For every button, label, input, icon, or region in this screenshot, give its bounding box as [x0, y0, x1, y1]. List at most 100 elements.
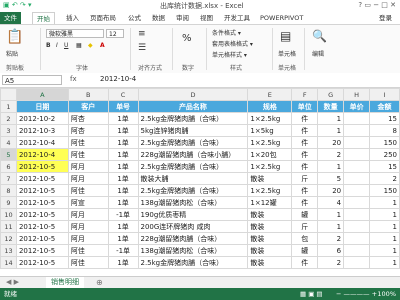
data-cell[interactable]: 138g潮留猪肉松（合味） [137, 196, 249, 209]
row-header[interactable]: 9 [0, 196, 17, 209]
window-controls[interactable]: ? ▭ − □ ✕ [358, 1, 396, 9]
data-cell[interactable]: 2012-10-4 [15, 148, 69, 161]
column-header[interactable]: H [343, 88, 371, 101]
data-cell[interactable]: 228g潮留猪肉脯（合味） [137, 232, 249, 245]
data-cell[interactable]: 1×20包 [247, 148, 293, 161]
data-cell[interactable] [343, 232, 371, 245]
data-cell[interactable]: 8 [369, 124, 400, 137]
data-cell[interactable]: 阿月 [67, 220, 109, 233]
header-cell[interactable]: 单价 [343, 100, 371, 113]
data-cell[interactable]: 阿佳 [67, 148, 109, 161]
data-cell[interactable]: 2.5kg金牌猪肉脯（合味） [137, 136, 249, 149]
column-header[interactable]: D [137, 88, 249, 101]
row-header[interactable]: 11 [0, 220, 17, 233]
font-size-select[interactable]: 12 [106, 29, 124, 38]
data-cell[interactable]: 20 [317, 184, 345, 197]
data-cell[interactable] [343, 184, 371, 197]
edit-button[interactable]: 编辑 [312, 49, 324, 58]
row-header[interactable]: 13 [0, 244, 17, 257]
data-cell[interactable]: 150 [369, 136, 400, 149]
border-icon[interactable]: ▦ [76, 42, 82, 49]
data-cell[interactable]: 散装 [247, 172, 293, 185]
data-cell[interactable]: 1单 [107, 136, 139, 149]
data-cell[interactable]: 散装 [247, 232, 293, 245]
data-cell[interactable]: 2012-10-5 [15, 160, 69, 173]
header-cell[interactable]: 客户 [67, 100, 109, 113]
row-header[interactable]: 4 [0, 136, 17, 149]
data-cell[interactable]: 1单 [107, 112, 139, 125]
data-cell[interactable]: 阿佳 [67, 256, 109, 269]
zoom-slider[interactable]: − ———— + [336, 288, 377, 300]
data-cell[interactable]: 2 [317, 232, 345, 245]
row-header[interactable]: 2 [0, 112, 17, 125]
align-left-icon[interactable]: ☰ [138, 43, 146, 53]
login-link[interactable]: 登录 [379, 12, 392, 24]
data-cell[interactable]: 阿月 [67, 160, 109, 173]
data-cell[interactable]: 斤 [291, 172, 319, 185]
data-cell[interactable]: 件 [291, 136, 319, 149]
data-cell[interactable]: 1×2.5kg [247, 160, 293, 173]
data-cell[interactable]: 1 [317, 112, 345, 125]
align-top-icon[interactable]: ≡ [138, 29, 146, 39]
data-cell[interactable]: 138g潮留猪肉松（合味） [137, 244, 249, 257]
data-cell[interactable]: 件 [291, 196, 319, 209]
data-cell[interactable] [343, 208, 371, 221]
row-header[interactable]: 3 [0, 124, 17, 137]
data-cell[interactable]: 20 [317, 136, 345, 149]
data-cell[interactable]: 阿佳 [67, 184, 109, 197]
data-cell[interactable] [343, 172, 371, 185]
formula-input[interactable]: 2012-10-4 [100, 75, 136, 83]
column-header[interactable]: I [369, 88, 400, 101]
percent-button[interactable]: % [182, 33, 192, 44]
view-icons[interactable]: ▦ ▣ ▤ [300, 288, 323, 300]
row-header[interactable]: 6 [0, 160, 17, 173]
select-all-corner[interactable] [0, 88, 17, 101]
find-icon[interactable]: 🔍 [312, 29, 327, 43]
data-cell[interactable]: 2012-10-5 [15, 208, 69, 221]
column-header[interactable]: C [107, 88, 139, 101]
data-cell[interactable]: 2012-10-5 [15, 172, 69, 185]
cells-icon[interactable]: ▤ [280, 29, 291, 43]
data-cell[interactable]: 1 [317, 160, 345, 173]
data-cell[interactable]: 阿杏 [67, 124, 109, 137]
data-cell[interactable] [343, 124, 371, 137]
data-cell[interactable]: 1单 [107, 220, 139, 233]
column-header[interactable]: B [67, 88, 109, 101]
row-header[interactable]: 14 [0, 256, 17, 269]
ribbon-tab[interactable]: 插入 [62, 12, 83, 24]
data-cell[interactable]: 1×2.5kg [247, 136, 293, 149]
paste-button[interactable]: 粘贴 [6, 49, 18, 58]
data-cell[interactable]: 件 [291, 112, 319, 125]
row-header[interactable]: 7 [0, 172, 17, 185]
data-cell[interactable]: 阿宣 [67, 196, 109, 209]
data-cell[interactable]: 1×2.5kg [247, 112, 293, 125]
data-cell[interactable]: -1单 [107, 244, 139, 257]
data-cell[interactable]: 2012-10-5 [15, 184, 69, 197]
data-cell[interactable]: 228g潮留猪肉脯（合味小脯） [137, 148, 249, 161]
data-cell[interactable]: 1 [369, 256, 400, 269]
data-cell[interactable]: 1单 [107, 160, 139, 173]
data-cell[interactable]: 散装 [247, 220, 293, 233]
header-cell[interactable]: 日期 [15, 100, 69, 113]
data-cell[interactable]: 6 [317, 244, 345, 257]
underline-button[interactable]: U [64, 42, 68, 49]
data-cell[interactable]: 1单 [107, 172, 139, 185]
data-cell[interactable]: 1 [369, 220, 400, 233]
data-cell[interactable]: 阿月 [67, 208, 109, 221]
header-cell[interactable]: 单位 [291, 100, 319, 113]
add-sheet-button[interactable]: ⊕ [96, 278, 103, 287]
data-cell[interactable]: 250 [369, 148, 400, 161]
data-cell[interactable]: 2 [317, 148, 345, 161]
italic-button[interactable]: I [56, 42, 58, 49]
ribbon-tab[interactable]: 数据 [148, 12, 169, 24]
name-box[interactable]: A5 [2, 75, 62, 85]
sheet-nav-arrows[interactable]: ◀ ▶ [6, 278, 19, 286]
data-cell[interactable]: 散装 [247, 244, 293, 257]
data-cell[interactable]: 阿佳 [67, 244, 109, 257]
data-cell[interactable]: 2012-10-5 [15, 232, 69, 245]
quick-access-toolbar[interactable]: ▣ ↶ ↷ ▾ [3, 1, 32, 9]
data-cell[interactable]: 2.5kg金牌猪肉脯（合味） [137, 160, 249, 173]
data-cell[interactable] [343, 136, 371, 149]
data-cell[interactable]: 1×12罐 [247, 196, 293, 209]
data-cell[interactable]: 散装大脯 [137, 172, 249, 185]
